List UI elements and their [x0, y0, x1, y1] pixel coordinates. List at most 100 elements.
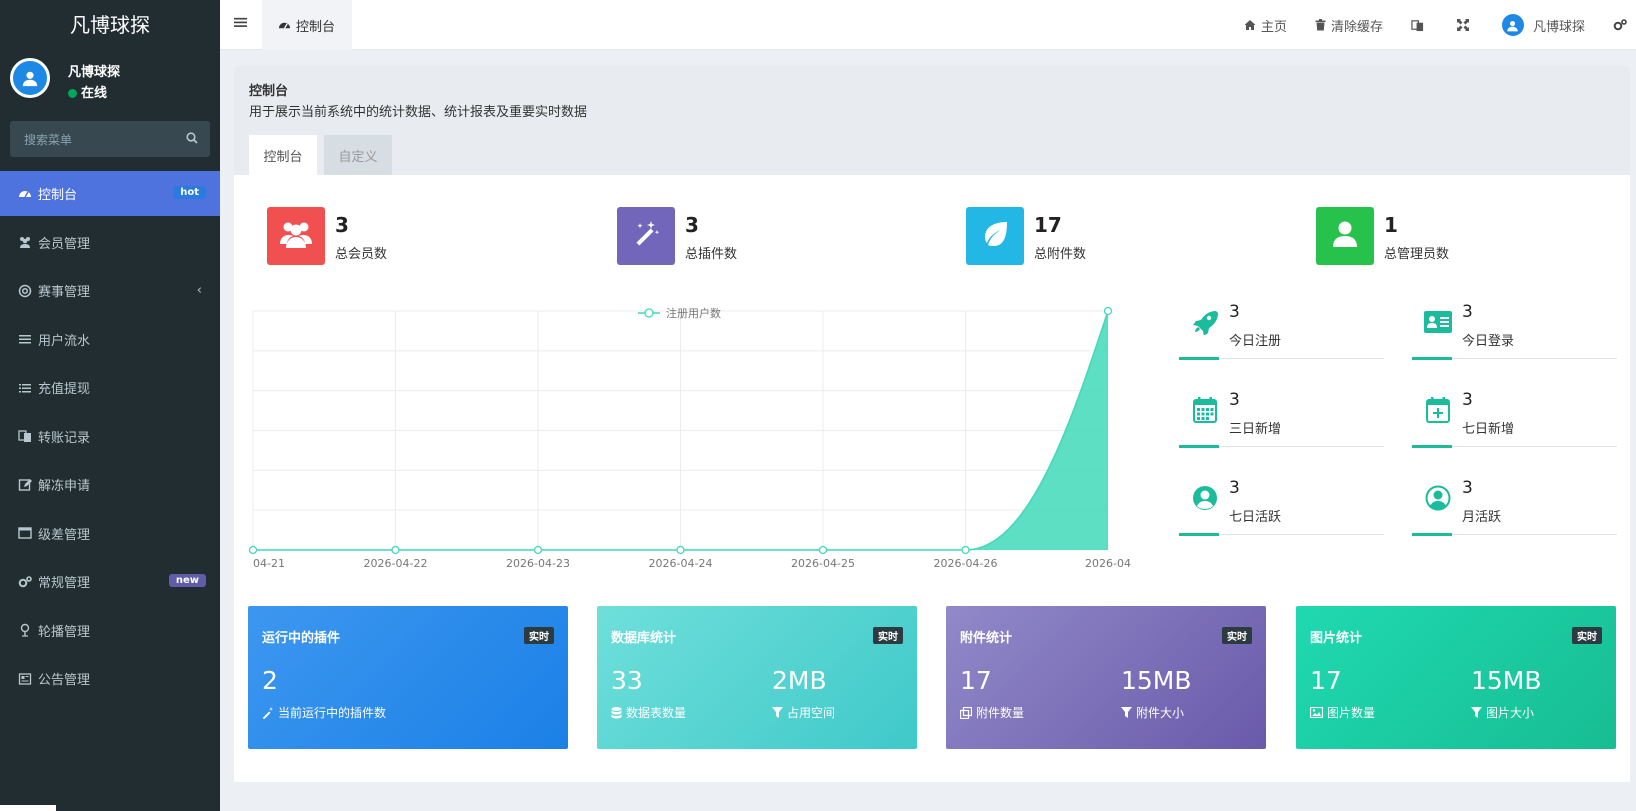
stat-icon-box — [1316, 207, 1374, 265]
sidebar-item-carousel[interactable]: 轮播管理 — [0, 608, 220, 653]
accent-bar — [1412, 357, 1452, 360]
user-menu[interactable]: 凡博球探 — [1501, 14, 1585, 36]
clear-cache-button[interactable]: 清除缓存 — [1315, 16, 1383, 35]
lifebuoy-icon — [18, 284, 32, 298]
database-icon — [611, 706, 622, 719]
sidebar-item-matches[interactable]: 赛事管理 ‹ — [0, 268, 220, 313]
x-tick-label: 2026-04-25 — [791, 557, 855, 570]
x-tick-label: 2026-04-26 — [934, 557, 998, 570]
sidebar-item-levels[interactable]: 级差管理 — [0, 511, 220, 556]
top-header: 控制台 主页 清除缓存 凡博球探 — [220, 0, 1636, 50]
card-label: 附件数量 — [960, 704, 1024, 721]
avatar[interactable] — [10, 58, 50, 98]
card-title: 运行中的插件 — [262, 631, 341, 646]
card-value-2: 2MB — [772, 666, 827, 695]
filter-icon — [772, 707, 783, 718]
rocket-icon — [1191, 308, 1219, 336]
sidebar-item-user-flow[interactable]: 用户流水 — [0, 317, 220, 362]
calendar-icon — [1191, 396, 1219, 424]
stat-label: 总管理员数 — [1384, 247, 1450, 262]
list-icon — [18, 332, 32, 346]
card-value-2: 15MB — [1121, 666, 1192, 695]
card-value: 17 — [1310, 666, 1342, 695]
card-label: 当前运行中的插件数 — [262, 704, 386, 721]
stat-icon-box — [617, 207, 675, 265]
fullscreen-button[interactable] — [1456, 19, 1474, 31]
online-dot-icon — [68, 89, 77, 98]
data-point — [391, 545, 400, 555]
magic-icon — [631, 219, 661, 253]
home-label: 主页 — [1260, 19, 1287, 35]
window-icon — [18, 526, 32, 540]
card-title: 数据库统计 — [611, 631, 677, 646]
tab-custom[interactable]: 自定义 — [324, 135, 392, 175]
mini-stat-label: 七日活跃 — [1229, 510, 1282, 525]
data-point — [818, 545, 828, 555]
filter-icon — [1471, 707, 1482, 718]
accent-bar — [1412, 533, 1452, 536]
user-circle-outline-icon — [1424, 484, 1452, 512]
edit-icon — [18, 478, 32, 492]
card-database: 数据库统计 实时 33 2MB 数据表数量 占用空间 — [597, 606, 917, 749]
search-icon[interactable] — [186, 132, 198, 148]
main-content: 控制台 用于展示当前系统中的统计数据、统计报表及重要实时数据 控制台 自定义 3… — [234, 66, 1630, 782]
sidebar-item-members[interactable]: 会员管理 — [0, 220, 220, 265]
sidebar-item-recharge[interactable]: 充值提现 — [0, 365, 220, 410]
hot-badge: hot — [173, 186, 206, 199]
stat-icon-box — [267, 207, 325, 265]
card-value-2: 15MB — [1471, 666, 1542, 695]
x-tick-label: 2026-04-22 — [364, 557, 428, 570]
data-point — [676, 545, 685, 555]
stat-value: 3 — [335, 213, 349, 237]
accent-bar — [1179, 357, 1219, 360]
list-ul-icon — [18, 381, 32, 395]
sidebar-item-notices[interactable]: 公告管理 — [0, 656, 220, 701]
card-label: 图片数量 — [1310, 704, 1375, 721]
calendar-plus-icon — [1424, 396, 1452, 424]
mini-stat-seven-day: 3 七日新增 — [1412, 390, 1617, 460]
sidebar-item-transfers[interactable]: 转账记录 — [0, 414, 220, 459]
stat-admins: 1 总管理员数 — [1316, 207, 1616, 265]
page-description: 用于展示当前系统中的统计数据、统计报表及重要实时数据 — [249, 105, 588, 120]
user-panel: 凡博球探 在线 — [0, 50, 220, 110]
data-point — [533, 545, 543, 555]
sidebar-item-label: 解冻申请 — [38, 479, 91, 494]
card-title: 附件统计 — [960, 631, 1013, 646]
stat-plugins: 3 总插件数 — [617, 207, 917, 265]
magic-icon — [262, 706, 274, 719]
tab-dashboard[interactable]: 控制台 — [262, 0, 352, 50]
settings-button[interactable] — [1613, 18, 1632, 32]
menu-toggle-icon[interactable] — [234, 16, 247, 33]
accent-bar — [1412, 445, 1452, 448]
x-tick-label: 04-21 — [253, 557, 285, 570]
tab-dashboard-panel[interactable]: 控制台 — [249, 135, 317, 175]
card-label: 数据表数量 — [611, 704, 686, 721]
realtime-badge: 实时 — [873, 627, 903, 644]
mini-stat-three-day: 3 三日新增 — [1179, 390, 1384, 460]
content-header: 控制台 用于展示当前系统中的统计数据、统计报表及重要实时数据 控制台 自定义 — [234, 66, 1630, 175]
card-label-2: 占用空间 — [772, 704, 835, 721]
sidebar-item-unfreeze[interactable]: 解冻申请 — [0, 462, 220, 507]
top-nav: 主页 清除缓存 凡博球探 — [1244, 0, 1636, 50]
sidebar-item-dashboard[interactable]: 控制台 hot — [0, 171, 220, 216]
user-status-text: 在线 — [81, 86, 108, 101]
sidebar-item-label: 级差管理 — [38, 527, 91, 543]
trash-icon — [1315, 19, 1326, 31]
stat-label: 总附件数 — [1034, 247, 1087, 262]
sidebar-item-general[interactable]: 常规管理 new — [0, 559, 220, 604]
search-input[interactable] — [10, 121, 186, 159]
sidebar-item-label: 赛事管理 — [38, 285, 91, 300]
legend-label: 注册用户数 — [666, 306, 721, 320]
legend-marker — [644, 308, 654, 318]
stat-label: 总会员数 — [335, 247, 388, 262]
home-link[interactable]: 主页 — [1244, 16, 1287, 35]
data-point — [961, 545, 970, 555]
map-pin-icon — [18, 623, 32, 637]
app-logo[interactable]: 凡博球探 — [0, 0, 220, 50]
dashboard-icon — [278, 19, 291, 32]
mini-stat-seven-day-active: 3 七日活跃 — [1179, 478, 1384, 548]
stat-value: 17 — [1034, 213, 1062, 237]
sidebar-item-label: 用户流水 — [38, 333, 91, 349]
users-icon — [279, 219, 313, 253]
language-button[interactable] — [1411, 19, 1429, 32]
